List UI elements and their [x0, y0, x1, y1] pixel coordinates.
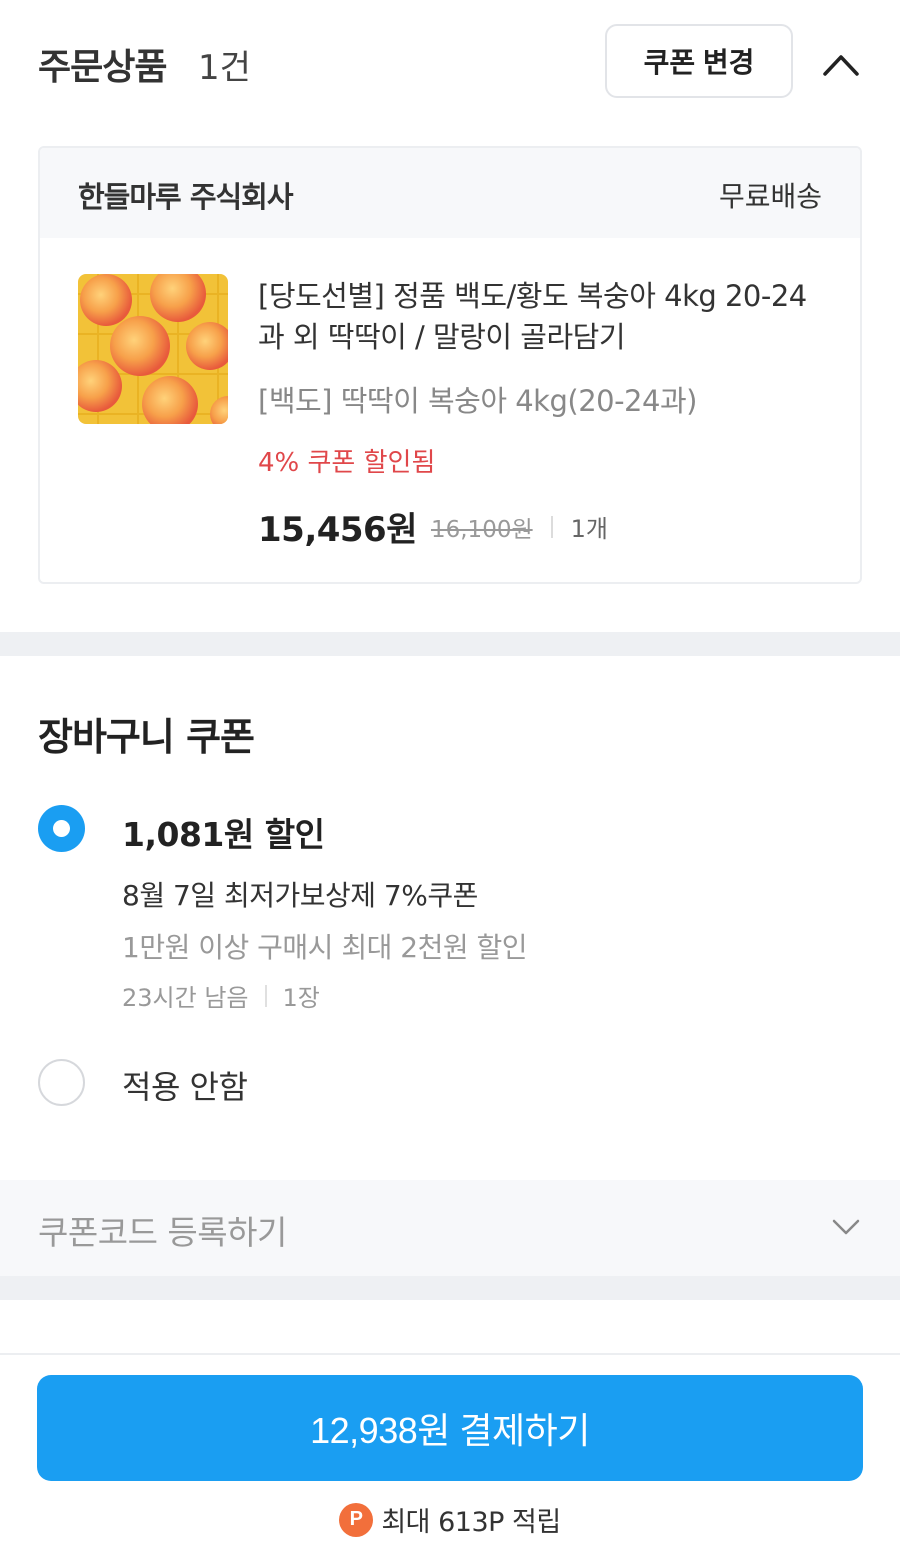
- chevron-up-icon[interactable]: [820, 46, 862, 82]
- coupon-meta: 23시간 남음 1장: [122, 978, 320, 1013]
- seller-bar: 한들마루 주식회사 무료배송: [40, 148, 860, 238]
- coupon-code-label: 쿠폰코드 등록하기: [38, 1213, 287, 1252]
- coupon-name: 8월 7일 최저가보상제 7%쿠폰: [122, 879, 478, 912]
- section-divider: [0, 1276, 900, 1300]
- pay-button[interactable]: 12,938원 결제하기: [37, 1375, 863, 1481]
- section-divider: [0, 632, 900, 656]
- product-name[interactable]: [당도선별] 정품 백도/황도 복숭아 4kg 20-24과 외 딱딱이 / 말…: [258, 276, 818, 358]
- original-price: 16,100원: [430, 516, 533, 543]
- final-price: 15,456원: [258, 510, 417, 550]
- coupon-count: 1장: [282, 984, 320, 1012]
- points-row: P 최대 613P 적립: [0, 1500, 900, 1539]
- coupon-remaining-time: 23시간 남음: [122, 984, 249, 1012]
- coupon-condition: 1만원 이상 구매시 최대 2천원 할인: [122, 931, 528, 964]
- order-title: 주문상품: [38, 47, 167, 88]
- peach-product-image: [78, 274, 228, 424]
- points-icon: P: [339, 1502, 374, 1537]
- quantity: 1개: [570, 515, 608, 543]
- divider: [264, 984, 267, 1007]
- product-thumbnail[interactable]: [78, 274, 228, 424]
- bottom-divider: [0, 1353, 900, 1355]
- coupon-applied-label: 4% 쿠폰 할인됨: [258, 448, 436, 478]
- price-row: 15,456원 16,100원 1개: [258, 502, 608, 551]
- seller-card: 한들마루 주식회사 무료배송 [당도선별] 정품 백도/황도 복숭아 4kg 2…: [38, 146, 862, 584]
- order-count: 1건: [198, 48, 251, 88]
- divider: [550, 515, 553, 538]
- order-header: 주문상품 1건 쿠폰 변경: [0, 0, 900, 130]
- points-text: 최대 613P 적립: [381, 1507, 561, 1538]
- coupon-code-row[interactable]: 쿠폰코드 등록하기: [0, 1180, 900, 1276]
- chevron-down-icon[interactable]: [830, 1214, 862, 1240]
- cart-coupon-title: 장바구니 쿠폰: [38, 715, 255, 759]
- change-coupon-button[interactable]: 쿠폰 변경: [605, 24, 793, 98]
- shipping-info: 무료배송: [718, 180, 822, 213]
- no-coupon-label[interactable]: 적용 안함: [122, 1062, 248, 1108]
- no-coupon-radio[interactable]: [38, 1059, 85, 1106]
- seller-name[interactable]: 한들마루 주식회사: [78, 174, 294, 216]
- coupon-radio-selected[interactable]: [38, 805, 85, 852]
- coupon-discount-amount[interactable]: 1,081원 할인: [122, 808, 325, 856]
- product-option: [백도] 딱딱이 복숭아 4kg(20-24과): [258, 384, 697, 418]
